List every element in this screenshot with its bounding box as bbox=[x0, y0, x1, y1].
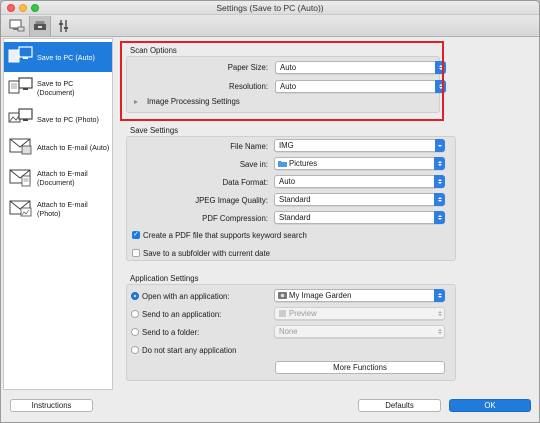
instructions-button[interactable]: Instructions bbox=[10, 399, 93, 412]
keyword-pdf-checkbox[interactable]: ✓ bbox=[132, 231, 140, 239]
ok-button[interactable]: OK bbox=[449, 399, 531, 412]
sidebar-item-label: Save to PC (Auto) bbox=[37, 52, 95, 62]
application-settings-title: Application Settings bbox=[130, 274, 199, 283]
send-to-app-label[interactable]: Send to an application: bbox=[142, 310, 221, 319]
data-format-label: Data Format: bbox=[222, 178, 269, 187]
general-settings-icon bbox=[59, 20, 68, 32]
send-to-folder-value: None bbox=[279, 327, 298, 336]
sidebar-item-save-to-pc-auto[interactable]: Save to PC (Auto) bbox=[4, 42, 112, 72]
chevron-updown-icon bbox=[434, 307, 445, 320]
save-in-label: Save in: bbox=[239, 160, 268, 169]
my-image-garden-icon bbox=[278, 292, 287, 299]
title-bar: Settings (Save to PC (Auto)) bbox=[1, 1, 539, 15]
open-with-app-value: My Image Garden bbox=[289, 291, 352, 300]
chevron-updown-icon bbox=[434, 157, 445, 170]
file-name-combo[interactable]: IMG bbox=[274, 139, 445, 152]
save-in-select[interactable]: Pictures bbox=[274, 157, 445, 170]
sidebar-item-label: Attach to E-mail (Auto) bbox=[37, 142, 110, 152]
email-photo-icon bbox=[9, 200, 32, 217]
pdf-compression-label: PDF Compression: bbox=[202, 214, 268, 223]
save-settings-title: Save Settings bbox=[130, 126, 179, 135]
send-to-app-radio[interactable] bbox=[131, 310, 139, 318]
sidebar-item-attach-email-auto[interactable]: Attach to E-mail (Auto) bbox=[4, 132, 112, 162]
file-name-value: IMG bbox=[279, 141, 294, 150]
save-in-value: Pictures bbox=[289, 159, 318, 168]
send-to-app-select[interactable]: Preview bbox=[274, 307, 445, 320]
subfolder-label[interactable]: Save to a subfolder with current date bbox=[143, 249, 270, 258]
sidebar-item-label: Attach to E-mail (Document) bbox=[37, 169, 88, 187]
send-to-folder-radio[interactable] bbox=[131, 328, 139, 336]
open-with-app-label[interactable]: Open with an application: bbox=[142, 292, 230, 301]
chevron-updown-icon bbox=[434, 289, 445, 302]
subfolder-checkbox[interactable] bbox=[132, 249, 140, 257]
sidebar-item-label: Save to PC (Photo) bbox=[37, 114, 99, 124]
email-document-icon bbox=[9, 169, 31, 187]
sidebar-item-attach-email-photo[interactable]: Attach to E-mail (Photo) bbox=[4, 194, 112, 224]
scan-mode-list: Save to PC (Auto) Save to PC (Document) … bbox=[3, 38, 113, 390]
sidebar-item-save-to-pc-photo[interactable]: Save to PC (Photo) bbox=[4, 104, 112, 134]
tab-general-settings[interactable] bbox=[53, 16, 75, 36]
sidebar-item-label-line1: Attach to E-mail bbox=[37, 169, 88, 178]
open-with-app-radio[interactable] bbox=[131, 292, 139, 300]
settings-panel: Scan Options Paper Size: Auto Resolution… bbox=[118, 38, 539, 390]
jpeg-quality-value: Standard bbox=[279, 195, 311, 204]
chevron-updown-icon bbox=[434, 325, 445, 338]
send-to-folder-label[interactable]: Send to a folder: bbox=[142, 328, 199, 337]
pdf-compression-value: Standard bbox=[279, 213, 311, 222]
file-name-label: File Name: bbox=[230, 142, 268, 151]
more-functions-button[interactable]: More Functions bbox=[275, 361, 445, 374]
window-title: Settings (Save to PC (Auto)) bbox=[216, 3, 324, 13]
tab-scan-from-computer[interactable] bbox=[6, 16, 28, 36]
jpeg-quality-select[interactable]: Standard bbox=[274, 193, 445, 206]
tab-scan-from-operation-panel[interactable] bbox=[29, 16, 51, 36]
scan-from-operation-panel-icon bbox=[34, 21, 46, 30]
jpeg-quality-label: JPEG Image Quality: bbox=[195, 196, 268, 205]
preview-app-icon bbox=[279, 310, 286, 317]
send-to-folder-select[interactable]: None bbox=[274, 325, 445, 338]
chevron-updown-icon bbox=[434, 193, 445, 206]
folder-icon bbox=[278, 161, 287, 167]
sidebar-item-label-line2: (Document) bbox=[37, 178, 75, 187]
open-with-app-select[interactable]: My Image Garden bbox=[274, 289, 445, 302]
chevron-down-icon bbox=[435, 139, 445, 152]
scan-from-computer-icon bbox=[9, 19, 25, 32]
toolbar bbox=[1, 15, 539, 37]
data-format-select[interactable]: Auto bbox=[274, 175, 445, 188]
chevron-updown-icon bbox=[434, 175, 445, 188]
do-not-start-radio[interactable] bbox=[131, 346, 139, 354]
sidebar-item-attach-email-document[interactable]: Attach to E-mail (Document) bbox=[4, 163, 112, 193]
save-to-pc-photo-icon bbox=[8, 108, 33, 123]
save-to-pc-document-icon bbox=[8, 77, 33, 94]
pdf-compression-select[interactable]: Standard bbox=[274, 211, 445, 224]
email-icon bbox=[9, 138, 32, 155]
sidebar-item-label: Save to PC (Document) bbox=[37, 79, 75, 97]
save-to-pc-icon bbox=[8, 46, 33, 63]
keyword-pdf-label[interactable]: Create a PDF file that supports keyword … bbox=[143, 231, 307, 240]
sidebar-item-save-to-pc-document[interactable]: Save to PC (Document) bbox=[4, 73, 112, 103]
data-format-value: Auto bbox=[279, 177, 296, 186]
highlight-box bbox=[120, 41, 444, 121]
settings-window: Settings (Save to PC (Auto)) Save to PC … bbox=[0, 0, 540, 423]
send-to-app-value: Preview bbox=[289, 309, 317, 318]
chevron-updown-icon bbox=[434, 211, 445, 224]
do-not-start-label[interactable]: Do not start any application bbox=[142, 346, 236, 355]
sidebar-item-label: Attach to E-mail (Photo) bbox=[37, 200, 88, 218]
defaults-button[interactable]: Defaults bbox=[358, 399, 441, 412]
